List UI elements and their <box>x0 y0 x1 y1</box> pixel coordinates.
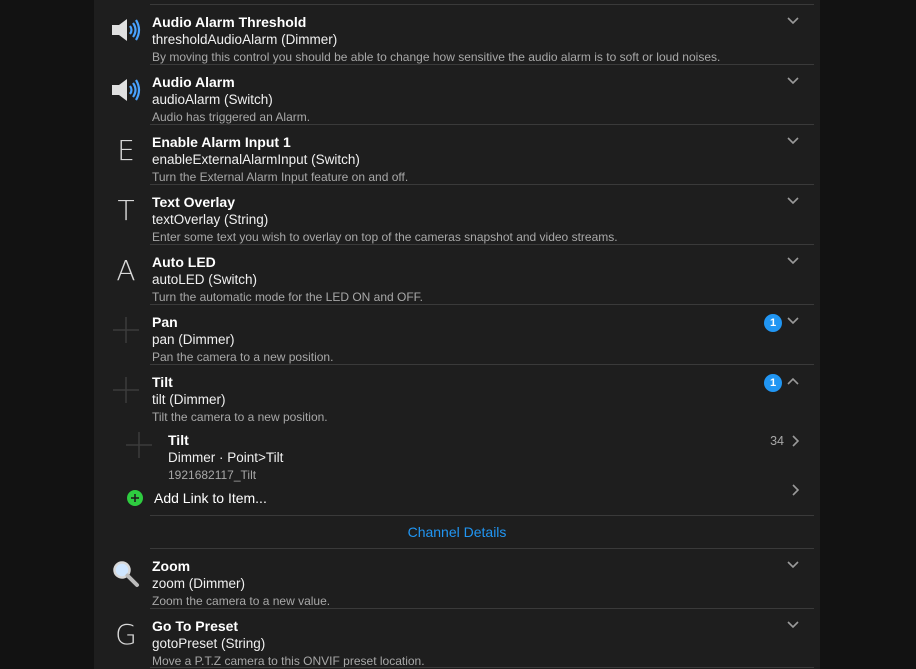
link-count-badge: 1 <box>764 374 782 392</box>
item-subtitle: gotoPreset (String) <box>152 636 266 651</box>
item-subtitle: thresholdAudioAlarm (Dimmer) <box>152 32 338 47</box>
chevron-down-icon[interactable] <box>786 134 800 148</box>
add-link-button[interactable]: Add Link to Item... <box>94 483 820 512</box>
item-description: Audio has triggered an Alarm. <box>152 110 311 124</box>
item-title: Text Overlay <box>152 194 236 210</box>
divider <box>150 244 814 245</box>
speaker-icon <box>108 12 144 48</box>
divider <box>150 184 814 185</box>
list-item-zoom[interactable]: Zoom zoom (Dimmer) Zoom the camera to a … <box>94 548 820 608</box>
chevron-down-icon[interactable] <box>786 314 800 328</box>
divider <box>150 515 814 516</box>
divider <box>150 608 814 609</box>
linked-item-subtitle: Dimmer · Point>Tilt <box>168 450 284 465</box>
item-subtitle: autoLED (Switch) <box>152 272 258 287</box>
item-subtitle: textOverlay (String) <box>152 212 269 227</box>
linked-item-tilt[interactable]: Tilt Dimmer · Point>Tilt 1921682117_Tilt… <box>94 426 820 482</box>
item-subtitle: enableExternalAlarmInput (Switch) <box>152 152 360 167</box>
list-item-audio-alarm[interactable]: Audio Alarm audioAlarm (Switch) Audio ha… <box>94 64 820 124</box>
item-subtitle: zoom (Dimmer) <box>152 576 245 591</box>
add-link-label: Add Link to Item... <box>154 490 267 506</box>
letter-icon: G <box>115 617 137 651</box>
list-item-tilt[interactable]: Tilt tilt (Dimmer) Tilt the camera to a … <box>94 364 820 424</box>
item-subtitle: audioAlarm (Switch) <box>152 92 273 107</box>
chevron-up-icon[interactable] <box>786 374 800 388</box>
item-description: Move a P.T.Z camera to this ONVIF preset… <box>152 654 425 668</box>
speaker-icon <box>108 72 144 108</box>
item-title: Pan <box>152 314 178 330</box>
item-title: Zoom <box>152 558 191 574</box>
divider <box>150 304 814 305</box>
list-item-enable-alarm-input[interactable]: E Enable Alarm Input 1 enableExternalAla… <box>94 124 820 184</box>
chevron-down-icon[interactable] <box>786 194 800 208</box>
item-description: Enter some text you wish to overlay on t… <box>152 230 618 244</box>
item-subtitle: tilt (Dimmer) <box>152 392 226 407</box>
item-description: Pan the camera to a new position. <box>152 350 334 364</box>
item-description: By moving this control you should be abl… <box>152 50 721 64</box>
divider <box>150 548 814 549</box>
chevron-down-icon[interactable] <box>786 558 800 572</box>
channel-list-panel: Audio Alarm Threshold thresholdAudioAlar… <box>94 0 820 669</box>
crosshair-icon <box>108 312 144 348</box>
divider <box>150 364 814 365</box>
letter-icon: A <box>116 253 136 287</box>
item-description: Turn the External Alarm Input feature on… <box>152 170 409 184</box>
item-description: Tilt the camera to a new position. <box>152 410 328 424</box>
item-description: Turn the automatic mode for the LED ON a… <box>152 290 424 304</box>
linked-item-id: 1921682117_Tilt <box>168 468 257 482</box>
item-title: Auto LED <box>152 254 216 270</box>
divider <box>150 667 814 668</box>
chevron-down-icon[interactable] <box>786 74 800 88</box>
plus-icon <box>127 490 143 506</box>
chevron-down-icon[interactable] <box>786 618 800 632</box>
item-title: Tilt <box>152 374 173 390</box>
item-description: Zoom the camera to a new value. <box>152 594 331 608</box>
chevron-right-icon[interactable] <box>790 434 802 448</box>
item-title: Audio Alarm Threshold <box>152 14 307 30</box>
divider <box>150 4 814 5</box>
item-subtitle: pan (Dimmer) <box>152 332 235 347</box>
item-title: Enable Alarm Input 1 <box>152 134 291 150</box>
chevron-down-icon[interactable] <box>786 14 800 28</box>
item-title: Audio Alarm <box>152 74 235 90</box>
divider <box>150 64 814 65</box>
channel-details-link[interactable]: Channel Details <box>94 524 820 540</box>
linked-item-value: 34 <box>770 434 784 448</box>
list-item-pan[interactable]: Pan pan (Dimmer) Pan the camera to a new… <box>94 304 820 364</box>
list-item-auto-led[interactable]: A Auto LED autoLED (Switch) Turn the aut… <box>94 244 820 304</box>
letter-icon: E <box>117 133 135 167</box>
letter-icon: T <box>117 193 135 227</box>
divider <box>150 124 814 125</box>
crosshair-icon <box>108 372 144 408</box>
crosshair-icon <box>124 430 154 465</box>
linked-item-title: Tilt <box>168 432 189 448</box>
item-title: Go To Preset <box>152 618 239 634</box>
list-item-audio-alarm-threshold[interactable]: Audio Alarm Threshold thresholdAudioAlar… <box>94 4 820 64</box>
list-item-text-overlay[interactable]: T Text Overlay textOverlay (String) Ente… <box>94 184 820 244</box>
chevron-right-icon[interactable] <box>790 483 802 497</box>
list-item-goto-preset[interactable]: G Go To Preset gotoPreset (String) Move … <box>94 608 820 668</box>
magnifier-icon <box>108 556 144 592</box>
chevron-down-icon[interactable] <box>786 254 800 268</box>
link-count-badge: 1 <box>764 314 782 332</box>
